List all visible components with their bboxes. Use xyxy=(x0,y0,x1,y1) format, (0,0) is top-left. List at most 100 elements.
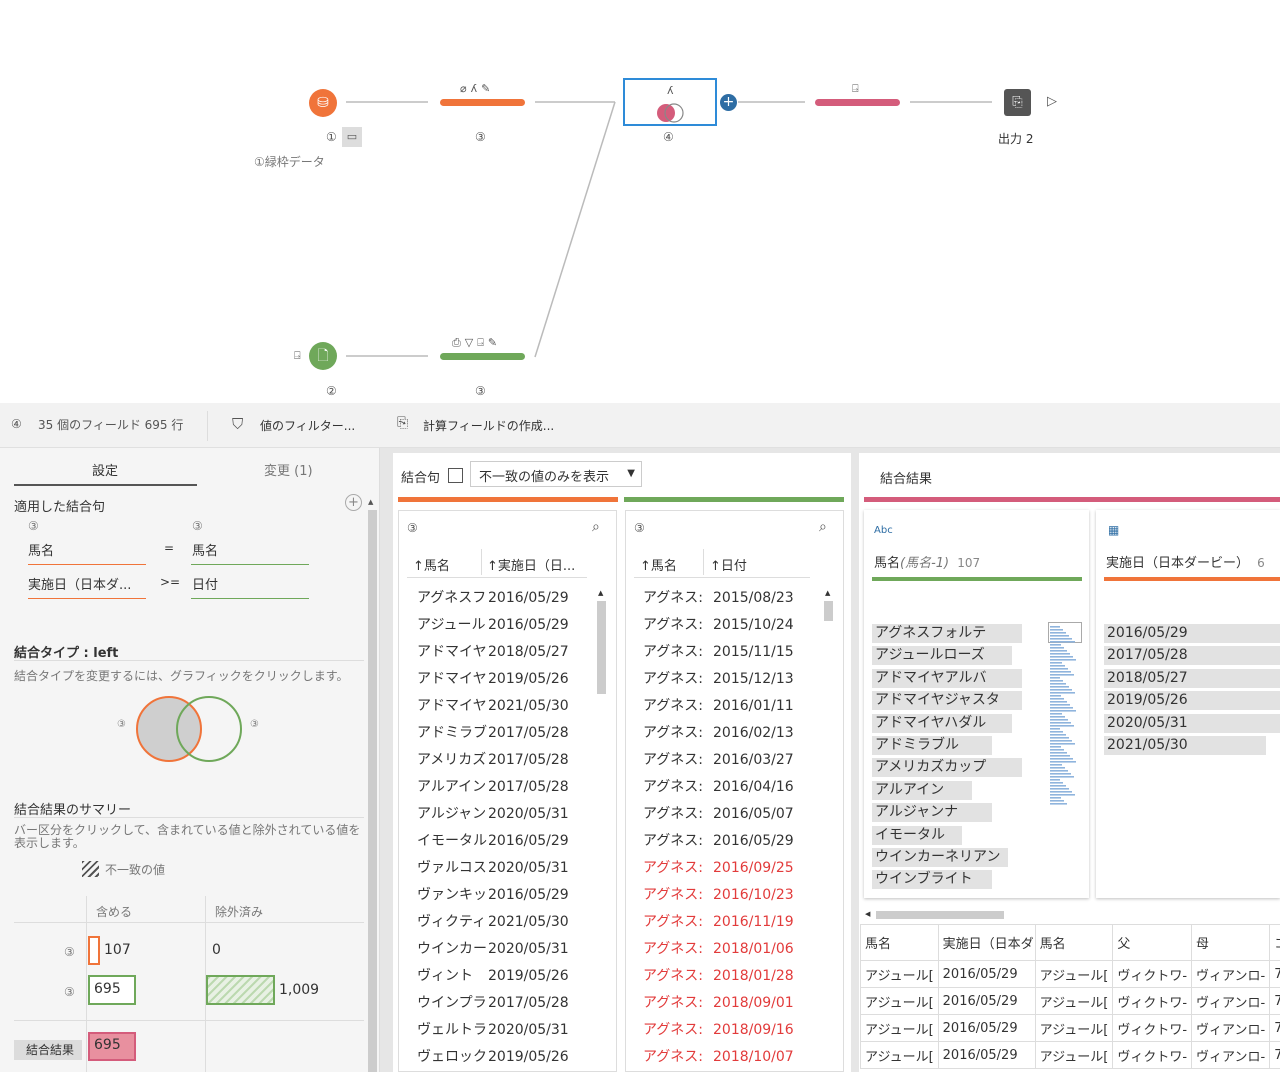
table-row[interactable]: アジュール[2016/05/29アジュール[ヴィクトワ-ヴィアンロ-7( xyxy=(860,987,1280,1015)
list-item[interactable]: 2016/03/27 xyxy=(713,747,803,774)
list-item[interactable]: アグネス: xyxy=(643,585,711,612)
list-item[interactable]: アグネス: xyxy=(643,801,711,828)
value-bar[interactable]: 2021/05/30 xyxy=(1104,735,1266,755)
grid-header[interactable]: 実施日（日本ダ xyxy=(937,924,1036,961)
tab-changes[interactable]: 変更 (1) xyxy=(264,460,313,479)
list-item[interactable]: アドマイヤ xyxy=(417,693,487,720)
list-item[interactable]: 2016/09/25 xyxy=(713,855,803,882)
list-item[interactable]: アグネス: xyxy=(643,666,711,693)
list-item[interactable]: 2016/04/16 xyxy=(713,774,803,801)
mismatch-dropdown[interactable]: 不一致の値のみを表示 ▼ xyxy=(470,461,642,487)
value-bar[interactable]: アドマイヤアルバ xyxy=(872,668,1022,688)
list-item[interactable]: 2018/05/27 xyxy=(488,639,578,666)
list-item[interactable]: ヴィント xyxy=(417,963,487,990)
comment-icon[interactable]: ▭ xyxy=(342,127,362,147)
mismatch-only-checkbox[interactable] xyxy=(448,468,463,483)
value-bar[interactable]: 2016/05/29 xyxy=(1104,624,1280,643)
list-item[interactable]: 2018/01/28 xyxy=(713,963,803,990)
list-item[interactable]: アグネス: xyxy=(643,720,711,747)
add-clause-icon[interactable]: + xyxy=(345,494,362,511)
scrollbar[interactable] xyxy=(597,601,606,694)
list-item[interactable]: アグネス: xyxy=(643,774,711,801)
list-item[interactable]: 2021/05/30 xyxy=(488,909,578,936)
include-bar[interactable] xyxy=(88,936,100,965)
table-row[interactable]: アジュール[2016/05/29アジュール[ヴィクトワ-ヴィアンロ-7( xyxy=(860,960,1280,988)
list-item[interactable]: アグネス: xyxy=(643,909,711,936)
scrollbar[interactable] xyxy=(368,510,377,1072)
list-item[interactable]: 2015/10/24 xyxy=(713,612,803,639)
create-calc-field-button[interactable]: 計算フィールドの作成... xyxy=(423,417,554,434)
list-item[interactable]: アドマイヤ xyxy=(417,639,487,666)
exclude-bar[interactable] xyxy=(206,975,275,1005)
list-item[interactable]: 2016/05/29 xyxy=(713,828,803,855)
value-bar[interactable]: 2019/05/26 xyxy=(1104,691,1280,711)
list-item[interactable]: 2018/10/07 xyxy=(713,1044,803,1071)
result-bar[interactable]: 695 xyxy=(88,1032,136,1061)
grid-header[interactable]: コ xyxy=(1269,924,1280,961)
clean2-step[interactable] xyxy=(440,353,525,360)
list-item[interactable]: アグネス: xyxy=(643,828,711,855)
col-header[interactable]: ↑馬名 xyxy=(413,555,450,574)
list-item[interactable]: 2020/05/31 xyxy=(488,855,578,882)
list-item[interactable]: 2018/09/01 xyxy=(713,990,803,1017)
output-node[interactable]: ⎘ xyxy=(1004,89,1031,116)
value-bar[interactable]: アメリカズカップ xyxy=(872,758,1022,778)
list-item[interactable]: アグネス: xyxy=(643,747,711,774)
value-bar[interactable]: ウインカーネリアン xyxy=(872,847,1008,867)
list-item[interactable]: アグネス: xyxy=(643,963,711,990)
list-item[interactable]: 2016/02/13 xyxy=(713,720,803,747)
horizontal-scrollbar[interactable] xyxy=(876,911,1004,919)
list-item[interactable]: アルアイン xyxy=(417,774,487,801)
col-header[interactable]: ↑日付 xyxy=(710,555,747,574)
list-item[interactable]: アグネス: xyxy=(643,855,711,882)
list-item[interactable]: イモータル xyxy=(417,828,487,855)
list-item[interactable]: アルジャン xyxy=(417,801,487,828)
list-item[interactable]: ヴァルコス xyxy=(417,855,487,882)
table-row[interactable]: アジュール[2016/05/29アジュール[ヴィクトワ-ヴィアンロ-7( xyxy=(860,1014,1280,1042)
col-header[interactable]: ↑馬名 xyxy=(640,555,677,574)
scroll-up-icon[interactable]: ▲ xyxy=(825,589,830,597)
clause-row[interactable]: 実施日（日本ダ... xyxy=(28,574,131,593)
input1-node[interactable]: ⛁ xyxy=(309,89,337,117)
list-item[interactable]: 2020/05/31 xyxy=(488,1017,578,1044)
join-venn-diagram[interactable] xyxy=(135,694,245,764)
search-icon[interactable]: ⌕ xyxy=(819,519,827,535)
list-item[interactable]: 2016/05/29 xyxy=(488,828,578,855)
list-item[interactable]: アドミラブ xyxy=(417,720,487,747)
list-item[interactable]: 2016/05/07 xyxy=(713,801,803,828)
value-list[interactable]: 2016/05/29 2017/05/28 2018/05/27 2019/05/26… xyxy=(1104,624,1280,758)
value-list[interactable]: アグネスフォルテ アジュールローズ アドマイヤアルバ アドマイヤジャスタ アドマイヤハダ… xyxy=(872,624,1048,893)
include-bar[interactable]: 695 xyxy=(88,975,136,1005)
grid-header[interactable]: 馬名 xyxy=(860,924,939,961)
list-item[interactable]: 2017/05/28 xyxy=(488,747,578,774)
profile-field-name[interactable]: 馬名(馬名-1) 107 xyxy=(874,552,980,571)
value-bar[interactable]: アルジャンナ xyxy=(872,803,992,823)
list-item[interactable]: アグネス: xyxy=(643,612,711,639)
clean1-step[interactable] xyxy=(440,99,525,106)
list-item[interactable]: 2020/05/31 xyxy=(488,801,578,828)
list-item[interactable]: ヴェルトラ xyxy=(417,1017,487,1044)
value-bar[interactable]: アドミラブル xyxy=(872,735,992,755)
scrollbar[interactable] xyxy=(824,601,833,621)
value-bar[interactable]: 2018/05/27 xyxy=(1104,668,1280,688)
list-item[interactable]: アグネス: xyxy=(643,882,711,909)
run-flow-icon[interactable]: ▷ xyxy=(1047,94,1057,109)
list-item[interactable]: アグネス: xyxy=(643,639,711,666)
list-item[interactable]: 2016/11/19 xyxy=(713,909,803,936)
value-bar[interactable]: アドマイヤハダル xyxy=(872,713,1012,733)
list-item[interactable]: 2017/05/28 xyxy=(488,720,578,747)
list-item[interactable]: アグネス: xyxy=(643,693,711,720)
scroll-up-icon[interactable]: ▲ xyxy=(368,498,373,506)
grid-header[interactable]: 父 xyxy=(1112,924,1193,961)
list-item[interactable]: アドマイヤ xyxy=(417,666,487,693)
value-bar[interactable]: アジュールローズ xyxy=(872,646,1012,666)
scroll-left-icon[interactable]: ◀ xyxy=(865,910,870,918)
value-bar[interactable]: アグネスフォルテ xyxy=(872,624,1022,643)
input2-node[interactable]: 🗋 xyxy=(309,342,337,370)
list-item[interactable]: 2019/05/26 xyxy=(488,963,578,990)
post-join-step[interactable] xyxy=(815,99,900,106)
list-item[interactable]: ヴィクティ xyxy=(417,909,487,936)
value-bar[interactable]: 2020/05/31 xyxy=(1104,713,1280,733)
list-item[interactable]: 2018/01/06 xyxy=(713,936,803,963)
list-item[interactable]: ウインカー xyxy=(417,936,487,963)
